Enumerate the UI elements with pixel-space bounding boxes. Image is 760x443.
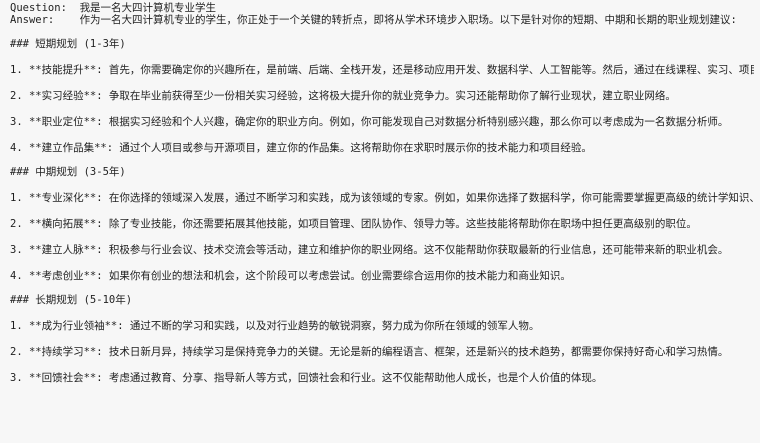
section-heading-mid-term: ### 中期规划 (3-5年)	[10, 166, 126, 178]
answer-line: Answer: 作为一名大四计算机专业的学生，你正处于一个关键的转折点，即将从学…	[10, 14, 754, 26]
answer-text: 作为一名大四计算机专业的学生，你正处于一个关键的转折点，即将从学术环境步入职场。…	[79, 14, 737, 26]
document: Question: 我是一名大四计算机专业学生 Answer: 作为一名大四计算…	[0, 0, 760, 443]
answer-label: Answer:	[10, 14, 55, 26]
long-term-item-2: 2. **持续学习**: 技术日新月异，持续学习是保持竞争力的关键。无论是新的编…	[10, 346, 729, 358]
mid-term-item-2: 2. **横向拓展**: 除了专业技能，你还需要拓展其他技能，如项目管理、团队协…	[10, 218, 697, 230]
question-text: 我是一名大四计算机专业学生	[79, 2, 217, 14]
mid-term-item-4: 4. **考虑创业**: 如果你有创业的想法和机会，这个阶段可以考虑尝试。创业需…	[10, 270, 571, 282]
short-term-item-1: 1. **技能提升**: 首先，你需要确定你的兴趣所在，是前端、后端、全栈开发，…	[10, 64, 754, 76]
short-term-item-4: 4. **建立作品集**: 通过个人项目或参与开源项目，建立你的作品集。这将帮助…	[10, 142, 592, 154]
mid-term-item-3: 3. **建立人脉**: 积极参与行业会议、技术交流会等活动，建立和维护你的职业…	[10, 244, 729, 256]
long-term-item-3: 3. **回馈社会**: 考虑通过教育、分享、指导新人等方式，回馈社会和行业。这…	[10, 372, 603, 384]
question-label: Question:	[10, 2, 67, 14]
question-line: Question: 我是一名大四计算机专业学生	[10, 2, 754, 14]
short-term-item-3: 3. **职业定位**: 根据实习经验和个人兴趣，确定你的职业方向。例如，你可能…	[10, 116, 729, 128]
long-term-item-1: 1. **成为行业领袖**: 通过不断的学习和实践，以及对行业趋势的敏锐洞察，努…	[10, 320, 540, 332]
mid-term-item-1: 1. **专业深化**: 在你选择的领域深入发展，通过不断学习和实践，成为该领域…	[10, 192, 754, 204]
section-heading-long-term: ### 长期规划 (5-10年)	[10, 294, 133, 306]
short-term-item-2: 2. **实习经验**: 争取在毕业前获得至少一份相关实习经验，这将极大提升你的…	[10, 90, 676, 102]
section-heading-short-term: ### 短期规划 (1-3年)	[10, 38, 126, 50]
